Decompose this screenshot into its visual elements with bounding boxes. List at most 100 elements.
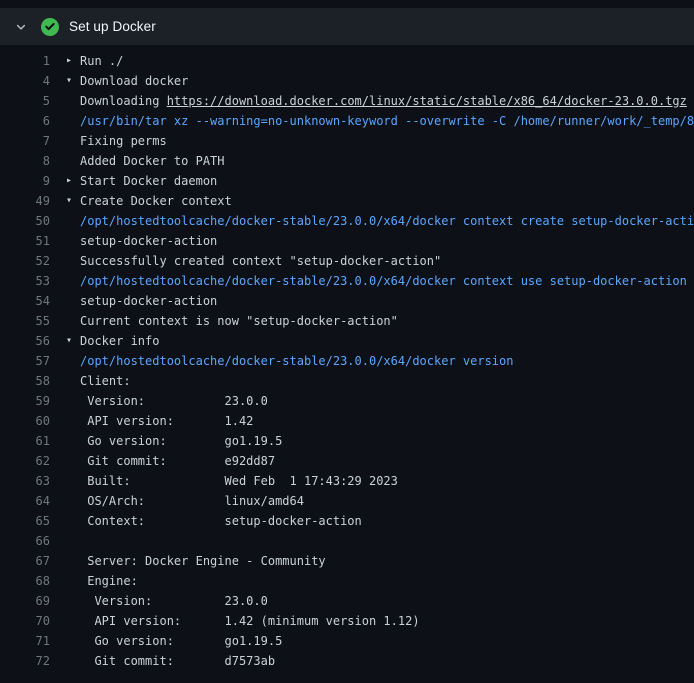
log-text: Git commit: e92dd87 bbox=[80, 451, 275, 471]
line-number[interactable]: 66 bbox=[0, 531, 50, 551]
line-number[interactable]: 60 bbox=[0, 411, 50, 431]
log-line: 51 setup-docker-action bbox=[0, 231, 694, 251]
line-number[interactable]: 64 bbox=[0, 491, 50, 511]
log-text: Successfully created context "setup-dock… bbox=[80, 251, 441, 271]
log-line: 58 Client: bbox=[0, 371, 694, 391]
arrow-spacer bbox=[66, 311, 80, 331]
line-number[interactable]: 62 bbox=[0, 451, 50, 471]
group-expanded-arrow-icon[interactable]: ▾ bbox=[66, 71, 80, 91]
log-text: Built: Wed Feb 1 17:43:29 2023 bbox=[80, 471, 398, 491]
arrow-spacer bbox=[66, 431, 80, 451]
arrow-spacer bbox=[66, 511, 80, 531]
line-number[interactable]: 70 bbox=[0, 611, 50, 631]
log-group-line[interactable]: 9 ▸Start Docker daemon bbox=[0, 171, 694, 191]
line-number[interactable]: 50 bbox=[0, 211, 50, 231]
log-text: Go version: go1.19.5 bbox=[80, 631, 282, 651]
line-number[interactable]: 51 bbox=[0, 231, 50, 251]
line-number[interactable]: 1 bbox=[0, 51, 50, 71]
log-group-line[interactable]: 1 ▸Run ./ bbox=[0, 51, 694, 71]
arrow-spacer bbox=[66, 591, 80, 611]
line-number[interactable]: 61 bbox=[0, 431, 50, 451]
group-expanded-arrow-icon[interactable]: ▾ bbox=[66, 331, 80, 351]
log-line: 72 Git commit: d7573ab bbox=[0, 651, 694, 671]
group-expanded-arrow-icon[interactable]: ▾ bbox=[66, 191, 80, 211]
line-number[interactable]: 55 bbox=[0, 311, 50, 331]
log-line: 70 API version: 1.42 (minimum version 1.… bbox=[0, 611, 694, 631]
log-group-line[interactable]: 56▾Docker info bbox=[0, 331, 694, 351]
line-number[interactable]: 4 bbox=[0, 71, 50, 91]
log-line: 61 Go version: go1.19.5 bbox=[0, 431, 694, 451]
log-line: 52 Successfully created context "setup-do… bbox=[0, 251, 694, 271]
line-number[interactable]: 49 bbox=[0, 191, 50, 211]
workflow-log-panel: Set up Docker 1▸Run ./4▾Download docker5… bbox=[0, 0, 694, 683]
line-number[interactable]: 69 bbox=[0, 591, 50, 611]
line-number[interactable]: 67 bbox=[0, 551, 50, 571]
log-group-line[interactable]: 49 ▾Create Docker context bbox=[0, 191, 694, 211]
log-text: Client: bbox=[80, 371, 131, 391]
log-line: 67 Server: Docker Engine - Community bbox=[0, 551, 694, 571]
line-number[interactable]: 8 bbox=[0, 151, 50, 171]
line-number[interactable]: 56 bbox=[0, 331, 50, 351]
line-number[interactable]: 65 bbox=[0, 511, 50, 531]
log-text: Version: 23.0.0 bbox=[80, 391, 268, 411]
log-text: Downloading https://download.docker.com/… bbox=[80, 91, 687, 111]
log-text: setup-docker-action bbox=[80, 231, 217, 251]
line-number[interactable]: 68 bbox=[0, 571, 50, 591]
log-text: Added Docker to PATH bbox=[80, 151, 225, 171]
log-text: Create Docker context bbox=[80, 191, 232, 211]
log-line: 64 OS/Arch: linux/amd64 bbox=[0, 491, 694, 511]
log-group-line[interactable]: 4 ▾Download docker bbox=[0, 71, 694, 91]
log-text: /opt/hostedtoolcache/docker-stable/23.0.… bbox=[80, 271, 687, 291]
arrow-spacer bbox=[66, 571, 80, 591]
log-text: Download docker bbox=[80, 71, 188, 91]
line-number[interactable]: 63 bbox=[0, 471, 50, 491]
line-number[interactable]: 5 bbox=[0, 91, 50, 111]
chevron-down-icon[interactable] bbox=[13, 19, 29, 35]
log-text: Go version: go1.19.5 bbox=[80, 431, 282, 451]
log-lines: 1▸Run ./4▾Download docker5Downloading ht… bbox=[0, 45, 694, 671]
log-url-link[interactable]: https://download.docker.com/linux/static… bbox=[167, 94, 687, 108]
line-number[interactable]: 58 bbox=[0, 371, 50, 391]
line-number[interactable]: 59 bbox=[0, 391, 50, 411]
log-line: 62 Git commit: e92dd87 bbox=[0, 451, 694, 471]
arrow-spacer bbox=[66, 271, 80, 291]
arrow-spacer bbox=[66, 111, 80, 131]
line-number[interactable]: 6 bbox=[0, 111, 50, 131]
line-number[interactable]: 71 bbox=[0, 631, 50, 651]
line-number[interactable]: 57 bbox=[0, 351, 50, 371]
log-text: Run ./ bbox=[80, 51, 123, 71]
arrow-spacer bbox=[66, 551, 80, 571]
group-collapsed-arrow-icon[interactable]: ▸ bbox=[66, 51, 80, 71]
line-number[interactable]: 52 bbox=[0, 251, 50, 271]
arrow-spacer bbox=[66, 251, 80, 271]
line-number[interactable]: 9 bbox=[0, 171, 50, 191]
log-line: 6/usr/bin/tar xz --warning=no-unknown-ke… bbox=[0, 111, 694, 131]
log-line: 50/opt/hostedtoolcache/docker-stable/23.… bbox=[0, 211, 694, 231]
arrow-spacer bbox=[66, 391, 80, 411]
log-text: Engine: bbox=[80, 571, 138, 591]
log-text: OS/Arch: linux/amd64 bbox=[80, 491, 304, 511]
log-text: Context: setup-docker-action bbox=[80, 511, 362, 531]
step-header[interactable]: Set up Docker bbox=[0, 8, 694, 45]
arrow-spacer bbox=[66, 611, 80, 631]
arrow-spacer bbox=[66, 151, 80, 171]
arrow-spacer bbox=[66, 471, 80, 491]
line-number[interactable]: 7 bbox=[0, 131, 50, 151]
log-text: API version: 1.42 (minimum version 1.12) bbox=[80, 611, 420, 631]
arrow-spacer bbox=[66, 231, 80, 251]
arrow-spacer bbox=[66, 651, 80, 671]
line-number[interactable]: 53 bbox=[0, 271, 50, 291]
arrow-spacer bbox=[66, 211, 80, 231]
group-collapsed-arrow-icon[interactable]: ▸ bbox=[66, 171, 80, 191]
log-line: 69 Version: 23.0.0 bbox=[0, 591, 694, 611]
log-text: Start Docker daemon bbox=[80, 171, 217, 191]
line-number[interactable]: 72 bbox=[0, 651, 50, 671]
log-text: API version: 1.42 bbox=[80, 411, 253, 431]
log-text: /usr/bin/tar xz --warning=no-unknown-key… bbox=[80, 111, 694, 131]
line-number[interactable]: 54 bbox=[0, 291, 50, 311]
log-line: 8 Added Docker to PATH bbox=[0, 151, 694, 171]
log-text: Git commit: d7573ab bbox=[80, 651, 275, 671]
log-text: Version: 23.0.0 bbox=[80, 591, 268, 611]
log-line: 57/opt/hostedtoolcache/docker-stable/23.… bbox=[0, 351, 694, 371]
arrow-spacer bbox=[66, 351, 80, 371]
